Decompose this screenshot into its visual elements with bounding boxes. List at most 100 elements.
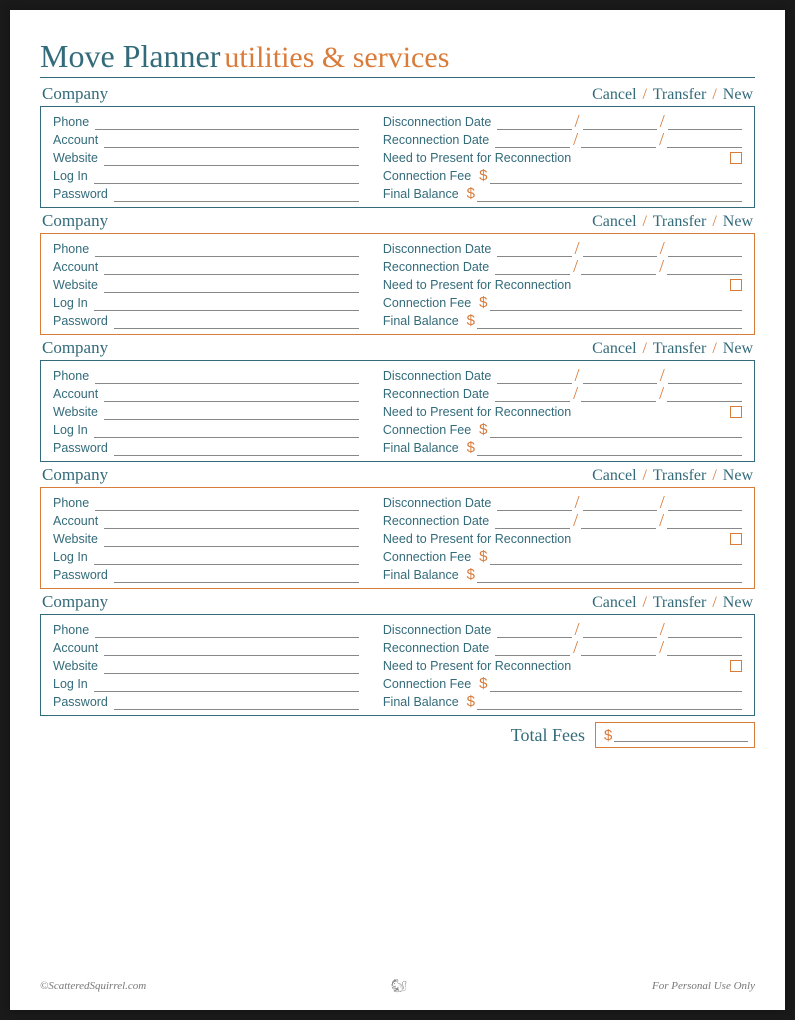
date-input[interactable]	[581, 512, 656, 529]
date-input[interactable]	[495, 385, 570, 402]
action-new[interactable]: New	[723, 467, 753, 484]
date-input[interactable]	[668, 367, 742, 384]
field-fee-input[interactable]	[490, 294, 742, 311]
field-account-input[interactable]	[104, 258, 359, 275]
field-balance-input[interactable]	[477, 185, 742, 202]
field-phone-input[interactable]	[95, 113, 359, 130]
action-transfer[interactable]: Transfer	[653, 467, 707, 484]
field-account-input[interactable]	[104, 512, 359, 529]
action-transfer[interactable]: Transfer	[653, 213, 707, 230]
date-input[interactable]	[583, 621, 657, 638]
total-fees-box[interactable]: $	[595, 722, 755, 748]
field-fee-input[interactable]	[490, 421, 742, 438]
date-input[interactable]	[667, 385, 742, 402]
field-balance-input[interactable]	[477, 312, 742, 329]
field-phone-label: Phone	[53, 242, 95, 257]
total-fees-input-line[interactable]	[614, 728, 748, 742]
date-input[interactable]	[668, 240, 742, 257]
action-cancel[interactable]: Cancel	[592, 340, 636, 357]
slash-icon: /	[641, 340, 649, 357]
field-fee-input[interactable]	[490, 548, 742, 565]
date-input[interactable]	[495, 258, 570, 275]
action-new[interactable]: New	[723, 594, 753, 611]
present-checkbox[interactable]	[730, 279, 742, 291]
action-group: Cancel / Transfer / New	[592, 594, 753, 612]
field-website-input[interactable]	[104, 403, 359, 420]
field-phone-input[interactable]	[95, 367, 359, 384]
field-fee-input[interactable]	[490, 675, 742, 692]
field-password-input[interactable]	[114, 439, 359, 456]
date-input[interactable]	[495, 131, 570, 148]
field-login-input[interactable]	[94, 548, 359, 565]
field-website-input[interactable]	[104, 657, 359, 674]
date-input[interactable]	[583, 367, 657, 384]
date-input[interactable]	[581, 385, 656, 402]
field-password-input[interactable]	[114, 312, 359, 329]
action-cancel[interactable]: Cancel	[592, 467, 636, 484]
date-input[interactable]	[583, 494, 657, 511]
present-checkbox[interactable]	[730, 152, 742, 164]
field-phone-input[interactable]	[95, 621, 359, 638]
action-new[interactable]: New	[723, 86, 753, 103]
field-login-input[interactable]	[94, 675, 359, 692]
action-transfer[interactable]: Transfer	[653, 340, 707, 357]
action-cancel[interactable]: Cancel	[592, 86, 636, 103]
action-new[interactable]: New	[723, 340, 753, 357]
field-balance-input[interactable]	[477, 693, 742, 710]
date-input[interactable]	[581, 131, 656, 148]
date-input[interactable]	[581, 639, 656, 656]
date-input[interactable]	[667, 639, 742, 656]
field-login-input[interactable]	[94, 167, 359, 184]
field-password-label: Password	[53, 314, 114, 329]
date-input[interactable]	[668, 621, 742, 638]
field-website-label: Website	[53, 659, 104, 674]
date-input[interactable]	[497, 621, 571, 638]
action-new[interactable]: New	[723, 213, 753, 230]
date-input[interactable]	[497, 494, 571, 511]
planner-page: Move Planner utilities & services Compan…	[10, 10, 785, 1010]
field-website-input[interactable]	[104, 530, 359, 547]
present-checkbox[interactable]	[730, 533, 742, 545]
slash-icon: /	[572, 368, 583, 382]
date-input[interactable]	[583, 240, 657, 257]
date-input[interactable]	[495, 639, 570, 656]
action-transfer[interactable]: Transfer	[653, 594, 707, 611]
field-fee-input[interactable]	[490, 167, 742, 184]
date-input[interactable]	[668, 494, 742, 511]
date-input[interactable]	[668, 113, 742, 130]
date-input[interactable]	[497, 367, 571, 384]
title-sub: utilities & services	[224, 41, 449, 74]
dollar-icon: $	[477, 675, 489, 692]
field-login-input[interactable]	[94, 294, 359, 311]
present-checkbox[interactable]	[730, 406, 742, 418]
field-disconnect-label: Disconnection Date	[383, 242, 497, 257]
date-input[interactable]	[581, 258, 656, 275]
field-phone-input[interactable]	[95, 240, 359, 257]
date-input[interactable]	[583, 113, 657, 130]
field-account-input[interactable]	[104, 385, 359, 402]
date-input[interactable]	[497, 240, 571, 257]
action-cancel[interactable]: Cancel	[592, 213, 636, 230]
field-website-input[interactable]	[104, 149, 359, 166]
field-account-input[interactable]	[104, 131, 359, 148]
section-header: Company Cancel / Transfer / New	[40, 465, 755, 487]
field-password-input[interactable]	[114, 185, 359, 202]
field-password-label: Password	[53, 187, 114, 202]
present-checkbox[interactable]	[730, 660, 742, 672]
field-phone-input[interactable]	[95, 494, 359, 511]
field-password-input[interactable]	[114, 693, 359, 710]
field-login-input[interactable]	[94, 421, 359, 438]
field-balance-input[interactable]	[477, 566, 742, 583]
action-transfer[interactable]: Transfer	[653, 86, 707, 103]
field-balance-input[interactable]	[477, 439, 742, 456]
date-input[interactable]	[495, 512, 570, 529]
date-input[interactable]	[667, 131, 742, 148]
field-website-input[interactable]	[104, 276, 359, 293]
date-input[interactable]	[667, 512, 742, 529]
action-cancel[interactable]: Cancel	[592, 594, 636, 611]
date-input[interactable]	[667, 258, 742, 275]
field-account-input[interactable]	[104, 639, 359, 656]
field-password-input[interactable]	[114, 566, 359, 583]
slash-icon: /	[572, 622, 583, 636]
date-input[interactable]	[497, 113, 571, 130]
